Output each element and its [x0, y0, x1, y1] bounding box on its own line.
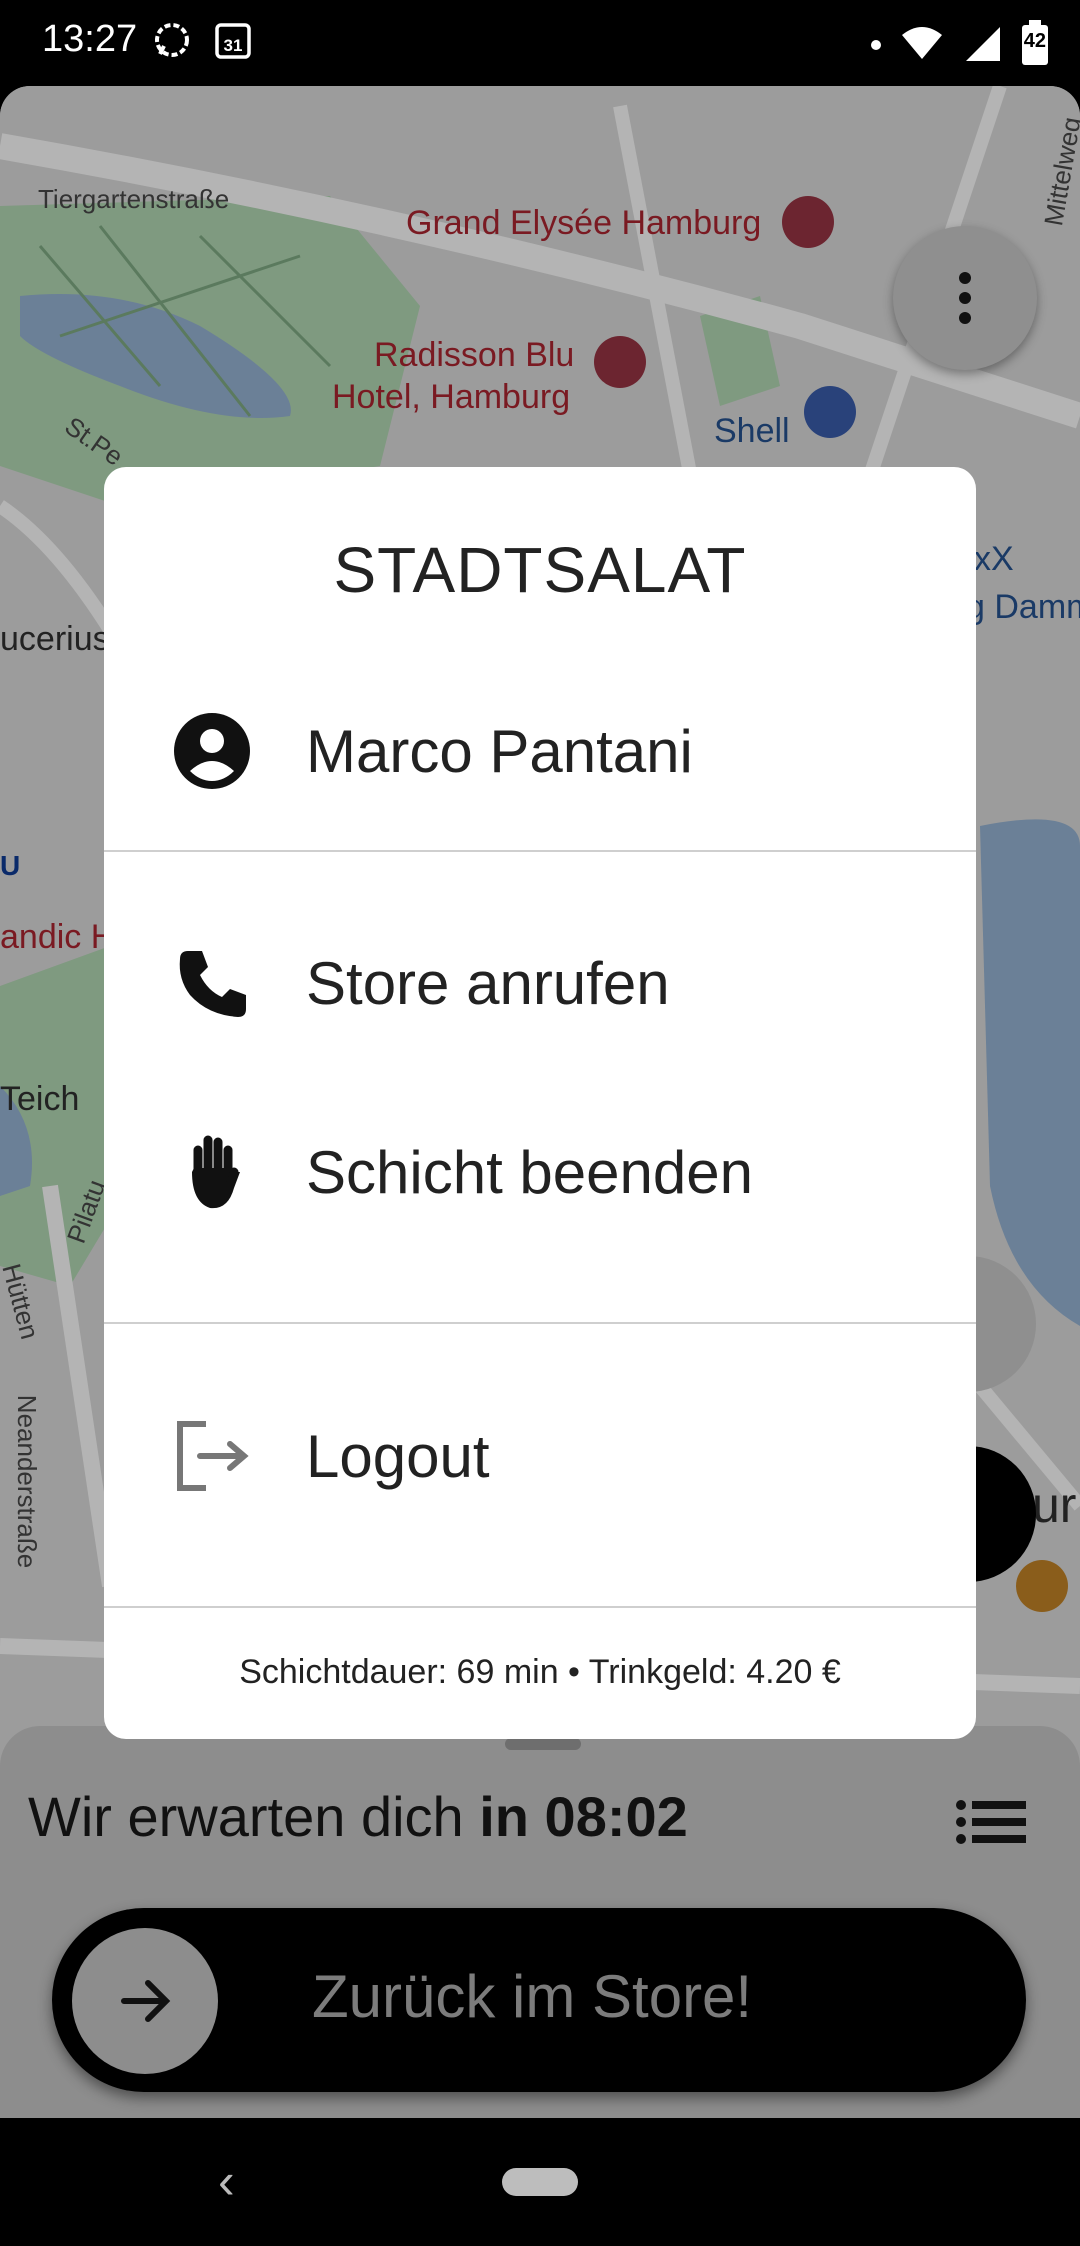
arrow-right-icon [121, 1980, 171, 2022]
navigation-bar: ‹ [0, 2118, 1080, 2246]
wait-time: in 08:02 [479, 1785, 688, 1848]
logout-item[interactable]: Logout [104, 1394, 976, 1514]
back-icon[interactable]: ‹ [218, 2152, 235, 2210]
map-label: Hotel, Hamburg [332, 378, 571, 416]
calendar-day: 31 [224, 36, 243, 55]
map-label: Tiergartenstraße [38, 184, 230, 214]
map-label: Neanderstraße [12, 1394, 43, 1569]
home-pill-button[interactable] [502, 2168, 578, 2196]
end-shift-item[interactable]: Schicht beenden [104, 1110, 976, 1230]
menu-dialog: STADTSALAT Marco Pantani Store anrufen S… [104, 467, 976, 1739]
bottom-sheet: Wir erwarten dich in 08:02 Zurück im Sto… [0, 1726, 1080, 2118]
wait-text: Wir erwarten dich in 08:02 [28, 1784, 688, 1849]
map-label: Radisson Blu [374, 336, 575, 374]
back-in-store-button[interactable]: Zurück im Store! [52, 1908, 1026, 2092]
wait-prefix: Wir erwarten dich [28, 1785, 480, 1848]
map-label: U [0, 850, 21, 881]
account-circle-icon [174, 713, 250, 789]
signal-messenger-icon [155, 23, 189, 57]
end-shift-label: Schicht beenden [306, 1139, 754, 1206]
divider [104, 850, 976, 852]
user-name: Marco Pantani [306, 718, 693, 785]
shift-summary: Schichtdauer: 69 min • Trinkgeld: 4.20 € [239, 1653, 841, 1691]
map-menu-button[interactable] [893, 226, 1037, 370]
wifi-icon [902, 27, 942, 59]
status-time: 13:27 [42, 18, 138, 60]
sheet-handle[interactable] [505, 1738, 581, 1750]
map-label: g Damm [966, 588, 1080, 626]
map-label: ur [1032, 1477, 1077, 1533]
logout-label: Logout [306, 1423, 490, 1490]
map-label: xX [974, 540, 1014, 578]
calendar-icon: 31 [215, 23, 251, 59]
divider [104, 1606, 976, 1608]
list-icon[interactable] [956, 1800, 1026, 1844]
back-in-store-label: Zurück im Store! [312, 1963, 753, 2030]
phone-icon [179, 951, 246, 1017]
call-store-item[interactable]: Store anrufen [104, 921, 976, 1041]
notification-dot-icon [871, 40, 881, 50]
map-label: andic H [0, 918, 116, 956]
call-store-label: Store anrufen [306, 950, 670, 1017]
dialog-title: STADTSALAT [333, 534, 747, 606]
map-label: ucerius [0, 620, 110, 658]
battery-level: 42 [1023, 30, 1046, 52]
divider [104, 1322, 976, 1324]
user-profile[interactable]: Marco Pantani [104, 689, 976, 809]
slide-handle[interactable] [72, 1928, 218, 2074]
map-label: Teich [0, 1080, 80, 1118]
hand-stop-icon [192, 1135, 240, 1209]
map-label: Shell [714, 412, 790, 450]
status-icons-left: 31 [152, 20, 252, 60]
cell-signal-icon [966, 27, 1000, 61]
map-label: Grand Elysée Hamburg [406, 204, 762, 242]
status-bar: 13:27 31 42 [0, 0, 1080, 86]
logout-icon [177, 1421, 249, 1491]
